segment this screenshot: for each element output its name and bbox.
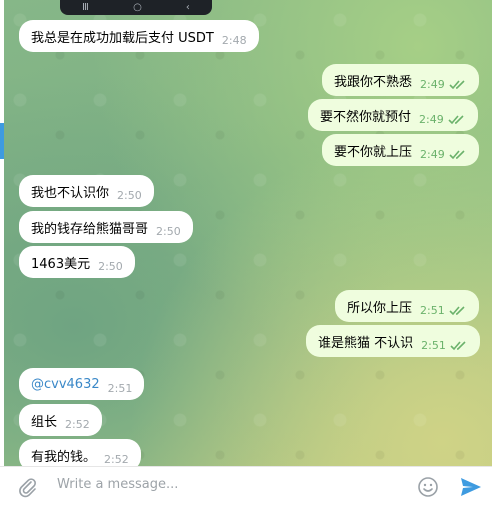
phone-navigation-bar: Ⅲ ○ ‹ — [60, 0, 212, 15]
message-text: 我也不认识你 — [31, 185, 110, 201]
message-incoming[interactable]: 我总是在成功加载后支付 USDT 2:48 — [19, 20, 259, 52]
double-check-icon — [450, 341, 466, 351]
message-mention-link[interactable]: @cvv4632 — [31, 377, 100, 392]
paperclip-icon[interactable] — [16, 476, 38, 498]
message-outgoing[interactable]: 要不然你就预付 2:49 — [308, 99, 478, 131]
message-time: 2:49 — [420, 147, 445, 161]
double-check-icon — [449, 150, 465, 160]
message-text: 要不你就上压 — [334, 144, 413, 160]
left-sidebar-edge — [0, 0, 4, 466]
message-time: 2:51 — [421, 338, 446, 352]
message-text: 我的钱存给熊猫哥哥 — [31, 221, 149, 237]
message-incoming[interactable]: @cvv4632 2:51 — [19, 368, 145, 400]
back-icon[interactable]: ‹ — [186, 2, 190, 13]
send-icon[interactable] — [459, 476, 483, 498]
message-time: 2:49 — [420, 77, 445, 91]
message-composer: Write a message... — [0, 466, 492, 505]
message-input[interactable]: Write a message... — [57, 477, 178, 492]
message-outgoing[interactable]: 要不你就上压 2:49 — [322, 134, 479, 166]
active-indicator — [0, 123, 4, 159]
double-check-icon — [449, 80, 465, 90]
message-incoming[interactable]: 我的钱存给熊猫哥哥 2:50 — [19, 211, 193, 243]
message-incoming[interactable]: 我也不认识你 2:50 — [19, 175, 154, 207]
message-incoming[interactable]: 有我的钱。 2:52 — [19, 439, 141, 466]
chat-area[interactable]: Ⅲ ○ ‹ 我总是在成功加载后支付 USDT 2:48 我跟你不熟悉 2:49 … — [0, 0, 492, 466]
message-time: 2:50 — [156, 224, 181, 238]
message-time: 2:48 — [221, 33, 247, 47]
message-text: 我总是在成功加载后支付 USDT — [31, 30, 214, 46]
message-time: 2:50 — [117, 188, 142, 202]
message-outgoing[interactable]: 我跟你不熟悉 2:49 — [322, 64, 479, 96]
double-check-icon — [449, 306, 465, 316]
home-icon[interactable]: ○ — [133, 2, 142, 13]
message-text: 组长 — [31, 414, 58, 430]
message-time: 2:52 — [65, 417, 90, 431]
message-text: 有我的钱。 — [31, 449, 97, 465]
message-outgoing[interactable]: 谁是熊猫 不认识 2:51 — [306, 325, 480, 357]
message-time: 2:50 — [98, 259, 123, 273]
message-text: 我跟你不熟悉 — [334, 74, 413, 90]
message-text: 1463美元 — [31, 256, 91, 272]
message-incoming[interactable]: 1463美元 2:50 — [19, 246, 135, 278]
message-time: 2:51 — [107, 381, 133, 395]
message-time: 2:52 — [104, 452, 129, 466]
message-outgoing[interactable]: 所以你上压 2:51 — [335, 290, 479, 322]
recents-icon[interactable]: Ⅲ — [82, 2, 89, 13]
message-text: 所以你上压 — [347, 300, 413, 316]
message-text: 要不然你就预付 — [320, 109, 412, 125]
message-incoming[interactable]: 组长 2:52 — [19, 404, 102, 436]
double-check-icon — [448, 115, 464, 125]
message-time: 2:51 — [420, 303, 445, 317]
message-text: 谁是熊猫 不认识 — [318, 335, 414, 351]
emoji-icon[interactable] — [417, 476, 439, 498]
message-time: 2:49 — [419, 112, 444, 126]
